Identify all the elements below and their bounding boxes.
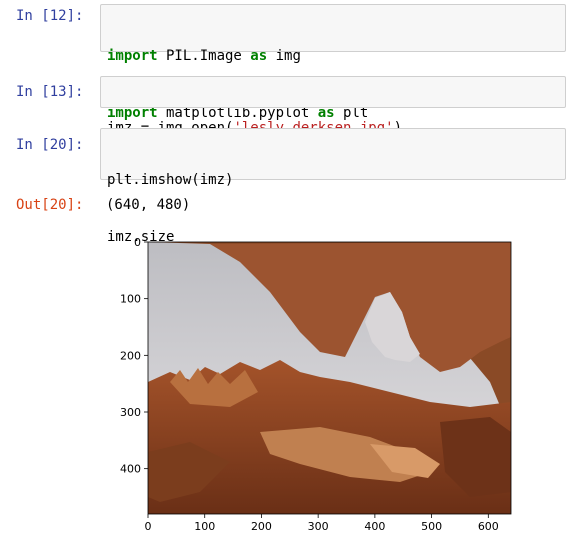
- x-tick-label: 600: [478, 520, 499, 533]
- cell-3-line-1: plt.imshow(imz): [107, 171, 559, 190]
- cell-3-code-editor[interactable]: plt.imshow(imz) imz.size: [100, 128, 566, 245]
- output-text: (640, 480): [106, 197, 191, 213]
- cell-2-prompt: In [13]:: [16, 84, 84, 100]
- cell-2-code-editor[interactable]: imz = img.open('lesly_derksen.jpg'): [100, 76, 566, 136]
- x-tick-label: 300: [308, 520, 329, 533]
- x-tick-label: 400: [364, 520, 385, 533]
- code-token: plt.imshow(imz): [107, 172, 234, 188]
- cell-1-code-editor[interactable]: import PIL.Image as img import matplotli…: [100, 4, 566, 121]
- y-tick-label: 300: [120, 406, 141, 419]
- code-token: img: [267, 48, 301, 64]
- x-tick-label: 0: [145, 520, 152, 533]
- code-token: as: [250, 48, 268, 64]
- output-prompt: Out[20]:: [16, 197, 84, 213]
- code-token: import: [107, 48, 158, 64]
- y-tick-label: 100: [120, 293, 141, 306]
- y-axis: 0 100 200 300 400: [120, 236, 148, 476]
- y-tick-label: 200: [120, 349, 141, 362]
- photo-image: [148, 242, 511, 514]
- imshow-plot: 0 100 200 300 400 500 600 0 100 200 300 400: [120, 236, 512, 533]
- x-tick-label: 100: [194, 520, 215, 533]
- x-tick-label: 200: [251, 520, 272, 533]
- y-tick-label: 0: [134, 236, 141, 249]
- x-tick-label: 500: [421, 520, 442, 533]
- y-tick-label: 400: [120, 463, 141, 476]
- cell-1-prompt: In [12]:: [16, 8, 84, 24]
- code-token: PIL.Image: [157, 48, 251, 64]
- cell-3-prompt: In [20]:: [16, 137, 84, 153]
- x-axis: 0 100 200 300 400 500 600: [145, 514, 499, 533]
- cell-1-line-1: import PIL.Image as img: [107, 47, 559, 66]
